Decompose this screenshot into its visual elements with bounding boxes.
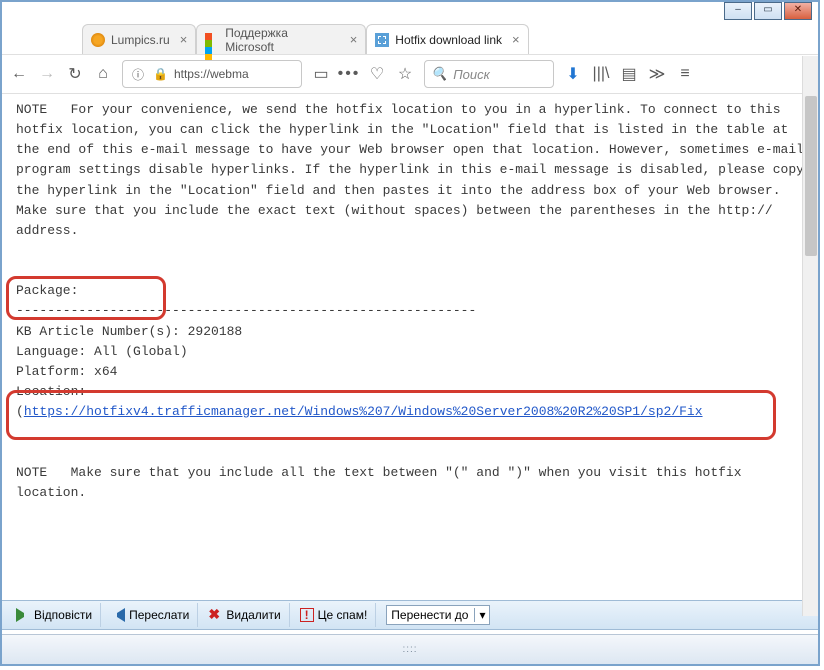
reply-label: Відповісти [34, 608, 92, 622]
note-top: NOTE For your convenience, we send the h… [16, 102, 812, 238]
tab-label: Hotfix download link [395, 33, 502, 47]
window-controls: – ▭ ✕ [724, 2, 812, 20]
kb-line: KB Article Number(s): 2920188 [16, 324, 242, 339]
bookmark-star-icon[interactable]: ☆ [396, 65, 414, 83]
divider-dashes: ----------------------------------------… [16, 303, 476, 318]
window-close[interactable]: ✕ [784, 2, 812, 20]
nav-back-icon[interactable]: ← [10, 65, 28, 83]
lock-icon: 🔒 [153, 67, 168, 81]
page-actions-icon[interactable]: ••• [340, 65, 358, 83]
site-info-icon[interactable]: ⓘ [129, 65, 147, 83]
mail-text: NOTE For your convenience, we send the h… [16, 100, 808, 503]
spam-button[interactable]: ! Це спам! [292, 603, 377, 627]
forward-icon [111, 608, 125, 622]
note-bottom: NOTE Make sure that you include all the … [16, 465, 749, 500]
status-bar: :::: [2, 634, 818, 664]
delete-button[interactable]: ✖ Видалити [200, 603, 289, 627]
platform-line: Platform: x64 [16, 364, 117, 379]
nav-home-icon[interactable]: ⌂ [94, 65, 112, 83]
search-placeholder: Поиск [453, 67, 490, 82]
library-icon[interactable]: |||\ [592, 65, 610, 83]
url-text: https://webma [174, 67, 249, 81]
nav-toolbar: ← → ↻ ⌂ ⓘ 🔒 https://webma ▭ ••• ♡ ☆ 🔍 По… [2, 54, 818, 94]
move-to-select[interactable]: Перенести до ▾ [386, 605, 490, 625]
browser-window: – ▭ ✕ Lumpics.ru × Поддержка Microsoft ×… [0, 0, 820, 666]
delete-icon: ✖ [208, 608, 222, 622]
favicon-hotfix-icon [375, 33, 389, 47]
window-minimize[interactable]: – [724, 2, 752, 20]
move-label: Перенести до [391, 608, 468, 622]
tabstrip: Lumpics.ru × Поддержка Microsoft × Hotfi… [2, 20, 818, 54]
reply-icon [16, 608, 30, 622]
pocket-icon[interactable]: ♡ [368, 65, 386, 83]
search-box[interactable]: 🔍 Поиск [424, 60, 554, 88]
address-bar[interactable]: ⓘ 🔒 https://webma [122, 60, 302, 88]
spam-label: Це спам! [318, 608, 368, 622]
mail-body: NOTE For your convenience, we send the h… [2, 94, 818, 614]
dropdown-caret-icon: ▾ [474, 608, 485, 622]
window-maximize[interactable]: ▭ [754, 2, 782, 20]
tab-label: Lumpics.ru [111, 33, 170, 47]
forward-label: Переслати [129, 608, 189, 622]
favicon-lumpics-icon [91, 33, 105, 47]
tab-label: Поддержка Microsoft [225, 26, 339, 54]
nav-forward-icon[interactable]: → [38, 65, 56, 83]
tab-ms-support[interactable]: Поддержка Microsoft × [196, 24, 366, 54]
forward-button[interactable]: Переслати [103, 603, 198, 627]
downloads-icon[interactable]: ⬇ [564, 65, 582, 83]
hotfix-location-link[interactable]: https://hotfixv4.trafficmanager.net/Wind… [24, 404, 703, 419]
package-label: Package: [16, 283, 78, 298]
overflow-icon[interactable]: ≫ [648, 65, 666, 83]
tab-lumpics[interactable]: Lumpics.ru × [82, 24, 196, 54]
resize-grip-icon: :::: [402, 644, 417, 655]
scroll-thumb[interactable] [805, 96, 817, 256]
nav-reload-icon[interactable]: ↻ [66, 65, 84, 83]
vertical-scrollbar[interactable] [802, 56, 818, 616]
location-label: Location: [16, 384, 86, 399]
sidebar-icon[interactable]: ▤ [620, 65, 638, 83]
delete-label: Видалити [226, 608, 280, 622]
spam-icon: ! [300, 608, 314, 622]
mail-action-bar: Відповісти Переслати ✖ Видалити ! Це спа… [2, 600, 818, 630]
tab-close-icon[interactable]: × [350, 32, 358, 47]
tab-close-icon[interactable]: × [512, 32, 520, 47]
reply-button[interactable]: Відповісти [8, 603, 101, 627]
hamburger-menu-icon[interactable]: ≡ [676, 65, 694, 83]
favicon-microsoft-icon [205, 33, 219, 47]
language-line: Language: All (Global) [16, 344, 188, 359]
tab-close-icon[interactable]: × [180, 32, 188, 47]
pause-icon[interactable]: ▭ [312, 65, 330, 83]
search-icon: 🔍 [431, 66, 447, 82]
tab-hotfix[interactable]: Hotfix download link × [366, 24, 528, 54]
